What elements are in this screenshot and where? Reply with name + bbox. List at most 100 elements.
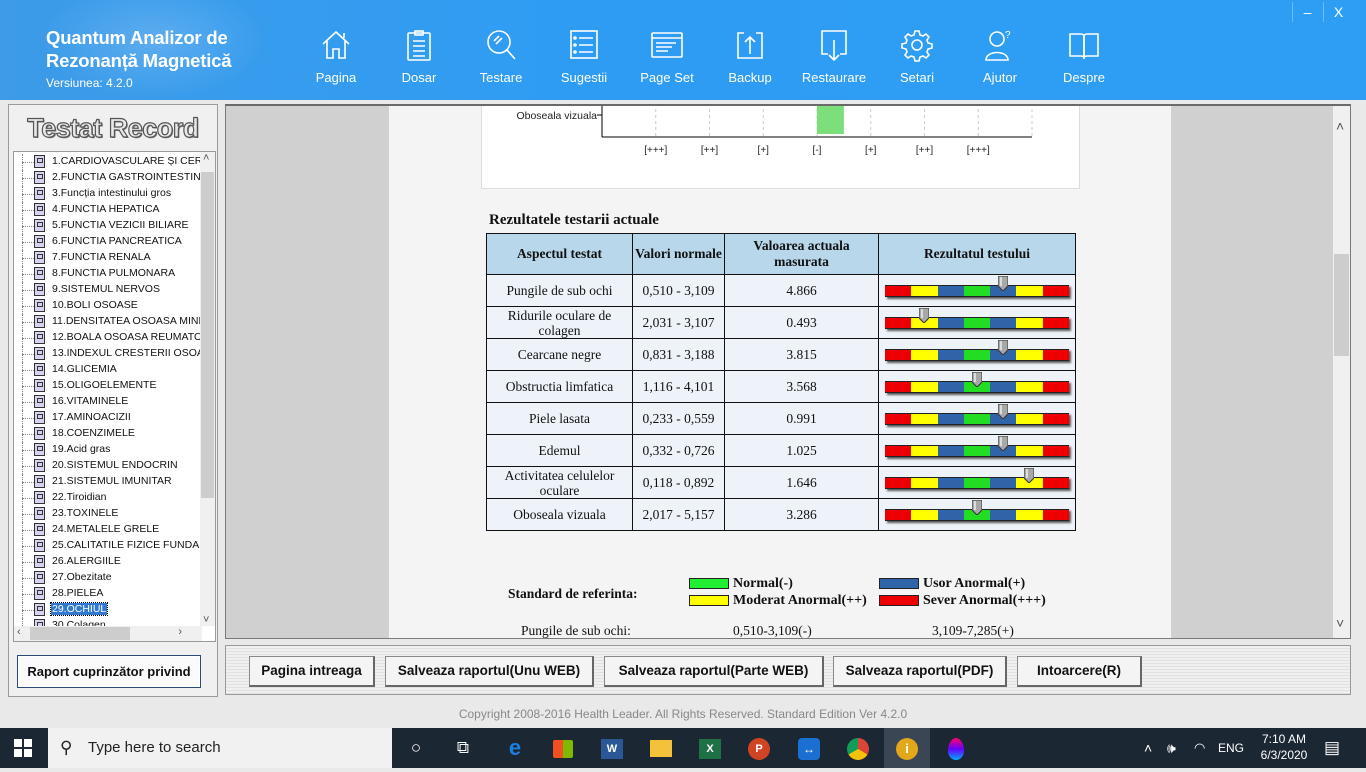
scroll-left-icon[interactable]: ‹ (17, 626, 21, 638)
task-view-icon[interactable]: ⧉ (440, 728, 486, 768)
teamviewer-icon[interactable]: ↔ (786, 728, 832, 768)
tree-item[interactable]: 15.OLIGOELEMENTE (14, 378, 204, 394)
tree-item[interactable]: 10.BOLI OSOASE (14, 298, 204, 314)
nav-restaurare[interactable]: Restaurare (794, 28, 874, 92)
aspect-cell: Edemul (486, 434, 633, 467)
measured-value-cell: 4.866 (724, 274, 879, 307)
chrome-icon[interactable] (835, 728, 881, 768)
tree-item[interactable]: 21.SISTEMUL IMUNITAR (14, 474, 204, 490)
scroll-up-icon[interactable]: ˄ (1336, 118, 1344, 134)
tree-item[interactable]: 28.PIELEA (14, 586, 204, 602)
record-icon (34, 507, 45, 520)
file-explorer-icon[interactable] (638, 728, 684, 768)
nav-pagina[interactable]: Pagina (296, 28, 376, 92)
tree-item[interactable]: 25.CALITATILE FIZICE FUNDAMENTALE (14, 538, 204, 554)
tree-vertical-scrollbar[interactable]: ˄ ˅ (200, 152, 215, 626)
scrollbar-thumb[interactable] (1334, 254, 1349, 356)
tree-item-label: 24.METALELE GRELE (52, 523, 160, 535)
tree-item[interactable]: 22.Tiroidian (14, 490, 204, 506)
scrollbar-thumb[interactable] (30, 627, 130, 640)
tree-item[interactable]: 6.FUNCTIA PANCREATICA (14, 234, 204, 250)
minimize-button[interactable]: – (1292, 2, 1322, 22)
tree-item[interactable]: 18.COENZIMELE (14, 426, 204, 442)
tree-item[interactable]: 16.VITAMINELE (14, 394, 204, 410)
bar-segment (911, 476, 938, 489)
nav-page-set[interactable]: Page Set (627, 28, 707, 92)
nav-ajutor[interactable]: ? Ajutor (960, 28, 1040, 92)
bar-segment (1042, 412, 1069, 425)
tree-item[interactable]: 12.BOALA OSOASA REUMATOIDA (14, 330, 204, 346)
excel-icon[interactable]: X (687, 728, 733, 768)
paint-app-icon[interactable] (933, 728, 979, 768)
tree-item[interactable]: 13.INDEXUL CRESTERII OSOASE (14, 346, 204, 362)
edge-icon[interactable]: e (492, 728, 538, 768)
tree-item[interactable]: 14.GLICEMIA (14, 362, 204, 378)
nav-dosar[interactable]: Dosar (379, 28, 459, 92)
language-indicator[interactable]: ENG (1218, 728, 1244, 768)
bar-segment (937, 316, 964, 329)
tree-item[interactable]: 17.AMINOACIZII (14, 410, 204, 426)
taskbar-search-box[interactable]: ⚲ Type here to search (48, 728, 392, 768)
tree-item[interactable]: 27.Obezitate (14, 570, 204, 586)
tree-item[interactable]: 26.ALERGIILE (14, 554, 204, 570)
nav-backup[interactable]: Backup (710, 28, 790, 92)
app-header: Quantum Analizor de Rezonanță Magnetică V… (0, 0, 1366, 100)
scroll-up-icon[interactable]: ˄ (203, 152, 209, 164)
tree-item[interactable]: 9.SISTEMUL NERVOS (14, 282, 204, 298)
tree-item[interactable]: 3.Funcția intestinului gros (14, 186, 204, 202)
upload-icon (737, 32, 763, 59)
tree-item[interactable]: 20.SISTEMUL ENDOCRIN (14, 458, 204, 474)
tree-item[interactable]: 5.FUNCTIA VEZICII BILIARE (14, 218, 204, 234)
legend-normal: Normal(-) (689, 576, 793, 592)
result-bar-cell (878, 306, 1076, 339)
tree-item[interactable]: 23.TOXINELE (14, 506, 204, 522)
bar-segment (885, 380, 912, 393)
tree-item[interactable]: 2.FUNCTIA GASTROINTESTINALA (14, 170, 204, 186)
quantum-analyzer-taskbar-icon[interactable]: i (884, 728, 930, 768)
word-icon[interactable]: W (589, 728, 635, 768)
show-hidden-icons-icon[interactable]: ˄ (1144, 728, 1152, 768)
bar-segment (963, 316, 991, 329)
tree-item[interactable]: 29.OCHIUL (14, 602, 204, 618)
scrollbar-thumb[interactable] (201, 172, 214, 498)
tree-item[interactable]: 4.FUNCTIA HEPATICA (14, 202, 204, 218)
tree-item[interactable]: 1.CARDIOVASCULARE ȘI CEREBROVASCULARE (14, 154, 204, 170)
x-tick-label: [-] (813, 145, 822, 156)
full-page-button[interactable]: Pagina intreaga (249, 656, 375, 687)
windows-start-icon[interactable] (0, 728, 46, 768)
nav-sugestii[interactable]: Sugestii (544, 28, 624, 92)
record-icon (34, 395, 45, 408)
scroll-down-icon[interactable]: ˅ (203, 614, 209, 626)
close-button[interactable]: X (1323, 2, 1353, 22)
tree-item-label: 16.VITAMINELE (52, 395, 129, 407)
scroll-down-icon[interactable]: ˅ (1336, 615, 1344, 631)
save-partial-web-button[interactable]: Salveaza raportul(Parte WEB) (604, 656, 824, 687)
scroll-right-icon[interactable]: › (178, 626, 182, 638)
nav-despre[interactable]: Despre (1044, 28, 1124, 92)
tree-item[interactable]: 11.DENSITATEA OSOASA MINERALA (14, 314, 204, 330)
tree-horizontal-scrollbar[interactable]: ‹ › (14, 626, 202, 641)
tree-item[interactable]: 8.FUNCTIA PULMONARA (14, 266, 204, 282)
return-button[interactable]: Intoarcere(R) (1017, 656, 1142, 687)
save-single-web-button[interactable]: Salveaza raportul(Unu WEB) (385, 656, 594, 687)
report-vertical-scrollbar[interactable]: ˄ ˅ (1333, 106, 1350, 638)
result-marker (997, 435, 1008, 451)
volume-icon[interactable]: 🕪 (1167, 728, 1176, 768)
comprehensive-report-button[interactable]: Raport cuprinzător privind (17, 655, 201, 688)
clock[interactable]: 7:10 AM 6/3/2020 (1258, 731, 1310, 771)
nav-testare[interactable]: Testare (461, 28, 541, 92)
cortana-icon[interactable]: ○ (393, 728, 439, 768)
nav-setari[interactable]: Setari (877, 28, 957, 92)
save-pdf-button[interactable]: Salveaza raportul(PDF) (833, 656, 1007, 687)
tree-item[interactable]: 19.Acid gras (14, 442, 204, 458)
record-icon (34, 555, 45, 568)
bar-segment (1016, 348, 1043, 361)
notifications-icon[interactable]: ▤ (1324, 728, 1340, 768)
result-marker (997, 403, 1008, 419)
wifi-icon[interactable]: ◠ (1194, 728, 1205, 768)
powerpoint-icon[interactable]: P (736, 728, 782, 768)
tree-item[interactable]: 24.METALELE GRELE (14, 522, 204, 538)
app-version: Versiunea: 4.2.0 (46, 76, 133, 90)
tree-item[interactable]: 7.FUNCTIA RENALA (14, 250, 204, 266)
store-icon[interactable] (540, 728, 586, 768)
